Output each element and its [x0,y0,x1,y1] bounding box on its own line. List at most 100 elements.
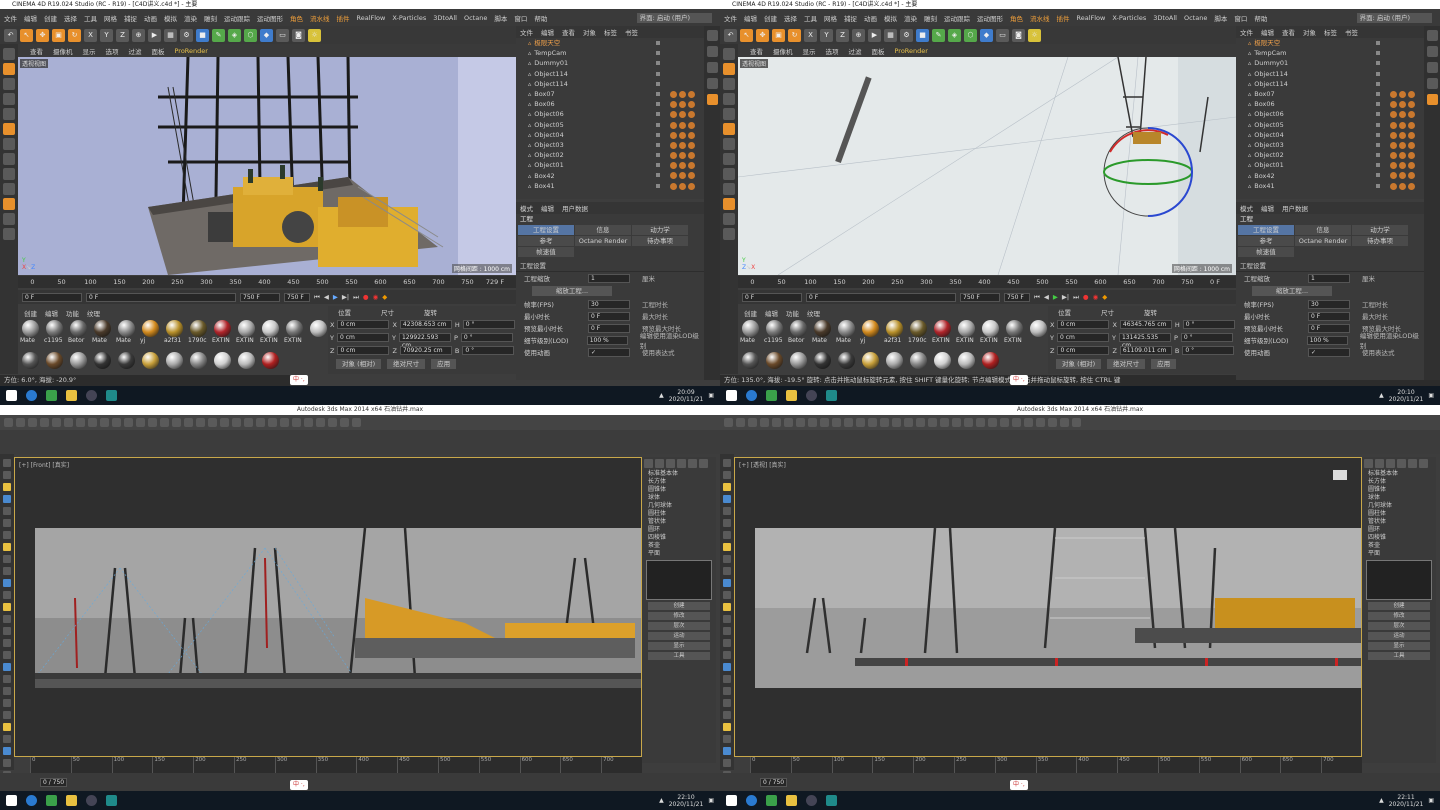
graphite-tool-icon[interactable] [3,687,11,695]
object-type-button[interactable]: 圆柱体 [642,510,716,518]
viewport-menu-item[interactable]: 面板 [872,46,885,56]
attribute-tab[interactable]: 信息 [1295,225,1351,235]
material-tag-icon[interactable] [1408,90,1415,98]
explorer-icon[interactable] [786,795,797,806]
material-tag-icon[interactable] [1390,182,1397,190]
size-field[interactable]: 129922.593 cm [398,333,451,349]
material-tag-icon[interactable] [670,121,677,129]
object-type-button[interactable]: 茶壶 [1362,542,1436,550]
command-button[interactable]: 显示 [1368,642,1430,650]
attribute-tab[interactable]: 参考 [518,236,574,246]
preview-end-field[interactable]: 750 F [284,292,310,302]
attribute-menu-item[interactable]: 用户数据 [1282,203,1308,213]
object-row[interactable]: ▵ Object114 [1236,79,1424,89]
material-swatch[interactable] [740,352,760,374]
viewport-menu-item[interactable]: 过滤 [129,46,142,56]
object-type-button[interactable]: 圆环 [642,526,716,534]
browser-icon[interactable] [746,795,757,806]
menu-item[interactable]: 捕捉 [844,13,857,23]
material-tag-icon[interactable] [670,141,677,149]
visibility-icon[interactable] [1376,173,1380,178]
graphite-tool-icon[interactable] [3,759,11,767]
object-type-button[interactable]: 几何球体 [642,502,716,510]
timeline-ruler[interactable]: 0 50 100 150 200 250 300 350 400 450 500 550 600 650 7… [18,276,516,288]
percent-snap-icon[interactable] [208,418,217,427]
angle-snap-icon[interactable] [196,418,205,427]
play-icon[interactable]: ▶ [1053,293,1058,301]
visibility-icon[interactable] [656,51,660,56]
object-row[interactable]: ▵ TempCam [516,48,704,58]
curve-editor-icon[interactable] [292,418,301,427]
material-tag-icon[interactable] [1399,121,1406,129]
object-type-button[interactable]: 圆锥体 [1362,486,1436,494]
y-axis-icon[interactable]: Y [820,28,833,42]
menu-item[interactable]: 动画 [144,13,157,23]
link-icon[interactable] [748,418,757,427]
material-swatch[interactable] [956,352,976,374]
object-type-button[interactable]: 球体 [642,494,716,502]
c4d-taskbar-icon[interactable] [86,390,97,401]
material-swatch[interactable]: Betor [788,320,808,349]
display-tab-icon[interactable] [1408,459,1417,468]
size-field[interactable]: 131425.535 cm [1118,333,1171,349]
floor-icon[interactable]: ▭ [996,28,1009,42]
material-swatch[interactable] [308,320,328,349]
keyframe-icon[interactable]: ◆ [1102,293,1107,301]
attribute-tab[interactable]: 待办事项 [1352,236,1408,246]
graphite-tool-icon[interactable] [723,495,731,503]
current-frame-field[interactable]: 0 F [806,292,956,302]
move-icon[interactable] [844,418,853,427]
camera-icon[interactable]: ◙ [1012,28,1025,42]
graphite-tool-icon[interactable] [3,459,11,467]
frame-counter[interactable]: 0 / 750 [760,777,788,787]
schematic-icon[interactable] [304,418,313,427]
object-type-button[interactable]: 管状体 [1362,518,1436,526]
graphite-tool-icon[interactable] [723,459,731,467]
graphite-tool-icon[interactable] [723,651,731,659]
material-tag-icon[interactable] [679,101,686,109]
material-tag-icon[interactable] [670,172,677,180]
material-swatch[interactable] [20,352,40,374]
material-editor-icon[interactable] [316,418,325,427]
undo-icon[interactable]: ↶ [724,28,737,42]
render-icon[interactable] [352,418,361,427]
bind-icon[interactable] [52,418,61,427]
graphite-tool-icon[interactable] [723,591,731,599]
material-tag-icon[interactable] [1399,141,1406,149]
menu-item[interactable]: 渲染 [904,13,917,23]
material-tag-icon[interactable] [1390,111,1397,119]
rotation-field[interactable]: 0 ° [462,346,515,355]
graphite-tool-icon[interactable] [723,627,731,635]
graphite-tool-icon[interactable] [3,663,11,671]
menu-item[interactable]: 运动图形 [257,13,283,23]
material-tag-icon[interactable] [1408,111,1415,119]
menu-item[interactable]: 渲染 [184,13,197,23]
menu-item[interactable]: 模拟 [884,13,897,23]
ime-indicator[interactable]: 中 ·, [290,780,308,790]
move-icon[interactable]: ✥ [36,28,49,42]
graphite-tool-icon[interactable] [3,699,11,707]
graphite-tool-icon[interactable] [3,495,11,503]
command-button[interactable]: 显示 [648,642,710,650]
graphite-tool-icon[interactable] [3,555,11,563]
grid-icon[interactable] [3,213,15,225]
setting-value[interactable]: 0 F [1308,323,1350,333]
browser-icon[interactable] [746,390,757,401]
viewport-menu-item[interactable]: 过滤 [849,46,862,56]
menu-item[interactable]: 运动跟踪 [224,13,250,23]
object-row[interactable]: ▵ Box06 [516,99,704,109]
material-menu-item[interactable]: 纹理 [87,308,100,318]
viewcube-icon[interactable] [1333,470,1347,480]
network-icon[interactable]: ▲ [659,392,664,399]
rect-select-icon[interactable] [820,418,829,427]
material-tag-icon[interactable] [670,101,677,109]
setting-value[interactable]: 100 % [586,335,628,345]
graphite-tool-icon[interactable] [3,507,11,515]
attribute-menu-item[interactable]: 模式 [520,203,533,213]
visibility-icon[interactable] [656,173,660,178]
array-icon[interactable]: ⬡ [244,28,257,42]
viewport-menu-item[interactable]: 摄像机 [773,46,793,56]
command-button[interactable]: 层次 [648,622,710,630]
visibility-icon[interactable] [1376,112,1380,117]
command-button[interactable]: 层次 [1368,622,1430,630]
